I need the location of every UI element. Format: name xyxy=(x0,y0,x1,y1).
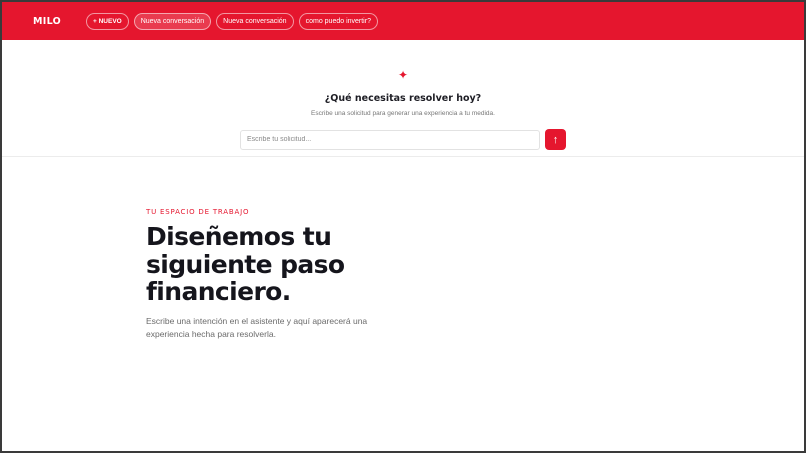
hero-description: Escribe una intención en el asistente y … xyxy=(146,315,368,340)
conversation-tab[interactable]: Nueva conversación xyxy=(133,12,212,30)
conversation-tab[interactable]: Nueva conversación xyxy=(216,12,294,30)
new-conversation-button[interactable]: + NUEVO xyxy=(86,12,129,30)
prompt-panel: ✦ ¿Qué necesitas resolver hoy? Escribe u… xyxy=(2,40,804,157)
prompt-title: ¿Qué necesitas resolver hoy? xyxy=(324,93,482,104)
workspace-hero: TU ESPACIO DE TRABAJO Diseñemos tu sigui… xyxy=(146,208,446,342)
top-navigation-bar: MILO + NUEVO Nueva conversación Nueva co… xyxy=(2,2,804,40)
arrow-up-icon: ↑ xyxy=(552,133,559,146)
prompt-subtitle: Escribe una solicitud para generar una e… xyxy=(311,110,495,117)
conversation-tab[interactable]: como puedo invertir? xyxy=(298,12,378,30)
hero-headline: Diseñemos tu siguiente paso financiero. xyxy=(146,222,345,306)
app-window: MILO + NUEVO Nueva conversación Nueva co… xyxy=(2,2,804,451)
request-input[interactable] xyxy=(240,129,540,150)
brand-logo[interactable]: MILO xyxy=(33,16,86,27)
hero-eyebrow: TU ESPACIO DE TRABAJO xyxy=(146,208,250,216)
sparkle-icon: ✦ xyxy=(397,68,409,82)
send-button[interactable]: ↑ xyxy=(545,129,566,150)
request-input-row: ↑ xyxy=(240,129,566,150)
